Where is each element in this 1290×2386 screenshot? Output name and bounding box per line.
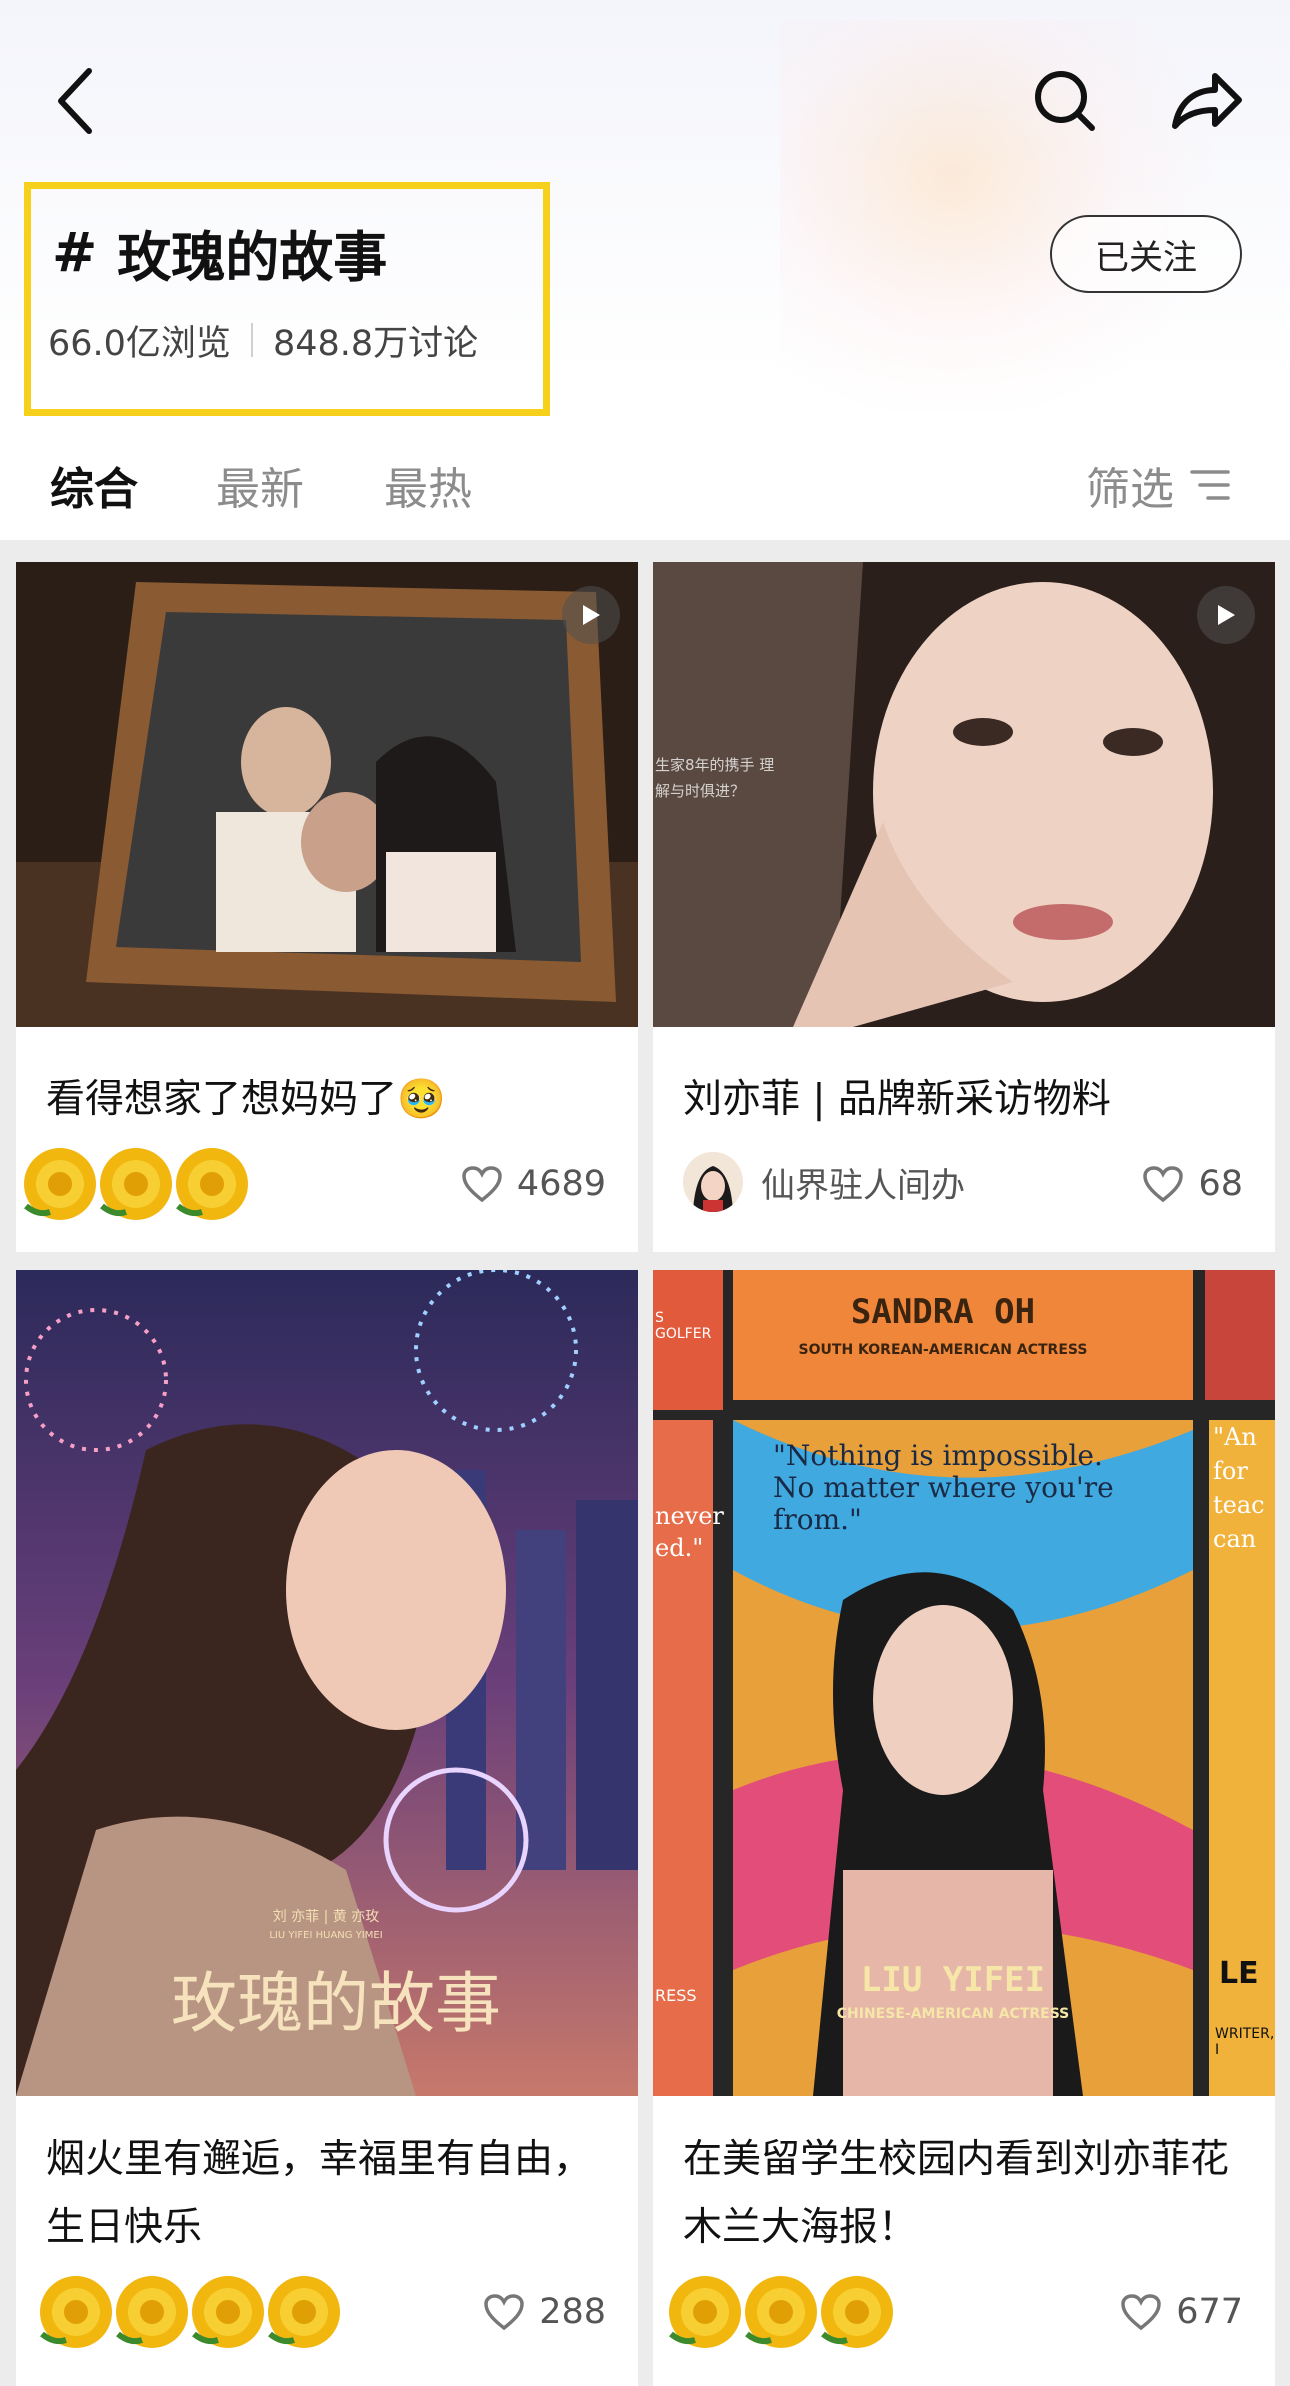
tab-comprehensive[interactable]: 综合 <box>50 450 138 520</box>
like-button[interactable]: 677 <box>1120 2292 1243 2332</box>
post-title: 看得想家了想妈妈了🥹 <box>46 1077 446 1122</box>
rose-sticker-icon <box>192 2276 264 2348</box>
rose-sticker-icon <box>745 2276 817 2348</box>
post-image-campus-poster: SANDRA OH SOUTH KOREAN-AMERICAN ACTRESS … <box>653 1270 1275 2096</box>
poster-names: 刘 亦菲 | 黄 亦玫 <box>272 1909 380 1925</box>
poster-pinyin: LIU YIFEI HUANG YIMEI <box>269 1930 383 1941</box>
rose-stickers <box>34 2270 340 2354</box>
poster-role-top: SOUTH KOREAN-AMERICAN ACTRESS <box>798 1342 1088 1358</box>
poster-left-partial: S GOLFER <box>655 1310 712 1342</box>
poster-role: CHINESE-AMERICAN ACTRESS <box>836 2006 1070 2022</box>
post-card-2[interactable]: 生家8年的携手 理解与时俱进？ 刘亦菲 | 品牌新采访物料 仙界驻人间办 68 <box>653 562 1275 1252</box>
avatar <box>683 1152 743 1212</box>
heart-icon <box>462 1166 502 1203</box>
rose-sticker-icon <box>40 2276 112 2348</box>
back-arrow-icon <box>58 68 92 134</box>
rose-sticker-icon <box>821 2276 893 2348</box>
filter-icon <box>1190 470 1230 500</box>
post-image-photo-frame <box>16 562 638 1027</box>
rose-sticker-icon <box>24 1148 96 1220</box>
search-icon <box>1035 71 1095 131</box>
share-button[interactable] <box>1160 58 1254 144</box>
back-button[interactable] <box>40 58 110 144</box>
post-card-3[interactable]: 刘 亦菲 | 黄 亦玫 LIU YIFEI HUANG YIMEI 玫瑰的故事 … <box>16 1270 638 2386</box>
post-image-portrait: 生家8年的携手 理解与时俱进？ <box>653 562 1275 1027</box>
like-count: 4689 <box>516 1164 606 1204</box>
play-icon[interactable] <box>562 586 620 644</box>
post-image-poster: 刘 亦菲 | 黄 亦玫 LIU YIFEI HUANG YIMEI 玫瑰的故事 <box>16 1270 638 2096</box>
poster-right-quote: "An for teac can <box>1213 1423 1265 1553</box>
heart-icon <box>484 2294 524 2331</box>
photo-frame-illustration <box>16 562 638 1027</box>
poster-right-role: WRITER, I <box>1215 2026 1275 2058</box>
topic-name: 玫瑰的故事 <box>117 225 388 289</box>
like-button[interactable]: 288 <box>483 2292 606 2332</box>
post-title: 烟火里有邂逅，幸福里有自由，生日快乐 <box>46 2137 593 2250</box>
rose-sticker-icon <box>116 2276 188 2348</box>
views-count: 66.0亿浏览 <box>48 323 231 364</box>
like-count: 677 <box>1176 2292 1243 2332</box>
rose-stickers <box>663 2270 893 2354</box>
rose-sticker-icon <box>669 2276 741 2348</box>
poster-title: 玫瑰的故事 <box>171 1965 501 2042</box>
topic-stats: 66.0亿浏览 848.8万讨论 <box>48 312 478 368</box>
tab-latest[interactable]: 最新 <box>216 450 304 520</box>
filter-label: 筛选 <box>1086 464 1174 515</box>
author-name: 仙界驻人间办 <box>761 1165 965 1206</box>
topic-title: # 玫瑰的故事 <box>52 212 387 292</box>
rose-stickers <box>18 1142 248 1226</box>
rose-sticker-icon <box>100 1148 172 1220</box>
post-card-1[interactable]: 看得想家了想妈妈了🥹 4689 <box>16 562 638 1252</box>
poster-left-quote: never ed." <box>655 1502 724 1562</box>
poster-left-bottom: RESS <box>655 1986 697 2005</box>
tab-bar: 综合 最新 最热 筛选 <box>0 430 1290 540</box>
rose-sticker-icon <box>268 2276 340 2348</box>
image-overlay-text: 生家8年的携手 理解与时俱进？ <box>655 756 775 800</box>
share-icon <box>1172 73 1242 129</box>
author-info[interactable]: 仙界驻人间办 <box>683 1152 965 1212</box>
follow-button[interactable]: 已关注 <box>1050 215 1242 293</box>
rose-sticker-icon <box>176 1148 248 1220</box>
search-button[interactable] <box>1022 58 1108 144</box>
like-button[interactable]: 68 <box>1142 1164 1243 1204</box>
like-count: 68 <box>1198 1164 1243 1204</box>
discussion-count: 848.8万讨论 <box>272 323 479 364</box>
filter-button[interactable]: 筛选 <box>1086 450 1230 520</box>
heart-icon <box>1143 1166 1184 1203</box>
hashtag-symbol: # <box>52 220 98 284</box>
poster-quote: "Nothing is impossible. No matter where … <box>773 1439 1114 1536</box>
heart-icon <box>1121 2294 1161 2331</box>
poster-name-top: SANDRA OH <box>850 1292 1036 1332</box>
post-title: 刘亦菲 | 品牌新采访物料 <box>683 1077 1111 1122</box>
stats-divider <box>250 323 253 357</box>
play-icon[interactable] <box>1197 586 1255 644</box>
post-title: 在美留学生校园内看到刘亦菲花木兰大海报！ <box>683 2137 1230 2250</box>
poster-right-name: LE <box>1219 1956 1259 1991</box>
post-card-4[interactable]: SANDRA OH SOUTH KOREAN-AMERICAN ACTRESS … <box>653 1270 1275 2386</box>
like-button[interactable]: 4689 <box>461 1164 606 1204</box>
tab-hottest[interactable]: 最热 <box>384 450 472 520</box>
like-count: 288 <box>539 2292 606 2332</box>
poster-name: LIU YIFEI <box>860 1960 1046 2000</box>
